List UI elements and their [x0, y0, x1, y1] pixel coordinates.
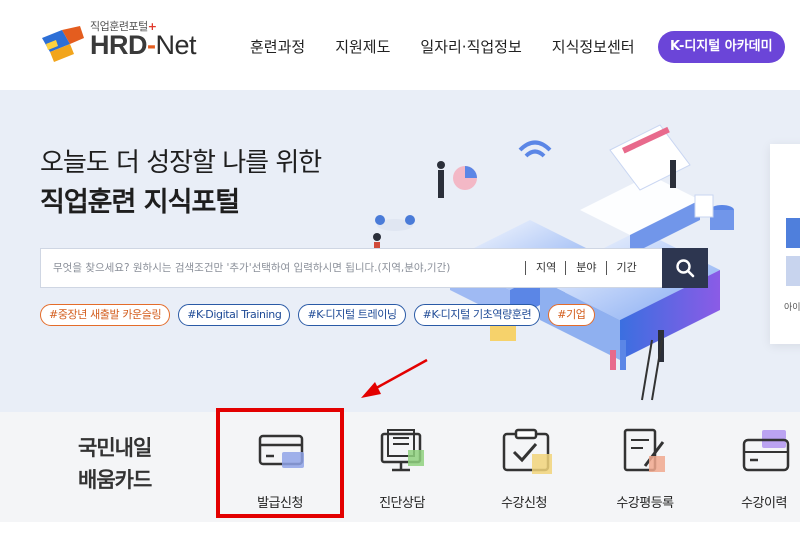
course-search-bar: 지역 분야 기간	[40, 248, 708, 288]
nav-support-programs[interactable]: 지원제도	[335, 36, 390, 57]
consult-monitor-icon	[380, 429, 424, 472]
menu-diagnosis-consult[interactable]: 진단상담	[352, 426, 452, 516]
hero-headline-line2: 직업훈련 지식포털	[40, 187, 240, 218]
logo-wordmark: HRD-Net	[90, 30, 197, 60]
menu-course-review[interactable]: 수강평등록	[595, 426, 695, 516]
menu-label: 수강신청	[501, 496, 547, 511]
annotation-highlight-box	[216, 408, 344, 518]
menu-course-history[interactable]: 수강이력	[714, 426, 800, 516]
hashtag-k-digital-training-en[interactable]: #K-Digital Training	[178, 304, 291, 326]
page-footer-gap	[0, 522, 800, 547]
menu-label: 수강이력	[741, 496, 787, 511]
menu-label: 진단상담	[379, 496, 425, 511]
annotation-arrow-icon	[361, 358, 428, 398]
learning-card-quick-menu: 국민내일 배움카드 발급신청 진단상담 수강신청 수강평등록 수강이력	[0, 412, 800, 522]
menu-label: 수강평등록	[616, 496, 674, 511]
side-card-text: 아이	[784, 303, 800, 313]
search-input[interactable]	[41, 249, 525, 287]
side-card-secondary-button[interactable]	[786, 256, 800, 286]
k-digital-academy-button[interactable]: K-디지털 아카데미	[658, 31, 785, 63]
review-write-icon	[623, 428, 665, 472]
search-filters: 지역 분야 기간	[525, 261, 646, 275]
search-icon	[676, 259, 695, 278]
hero-headline-line1: 오늘도 더 성장할 나를 위한	[40, 148, 322, 178]
main-nav: 훈련과정 지원제도 일자리·직업정보 지식정보센터	[250, 36, 665, 57]
nav-knowledge-center[interactable]: 지식정보센터	[552, 36, 635, 57]
side-login-card: 아이	[770, 144, 800, 344]
hrd-net-logo[interactable]: 직업훈련포털+ HRD-Net	[40, 20, 210, 72]
filter-region[interactable]: 지역	[525, 261, 565, 275]
site-header: 직업훈련포털+ HRD-Net 훈련과정 지원제도 일자리·직업정보 지식정보센…	[0, 0, 800, 90]
logo-mark-icon	[42, 26, 84, 62]
history-wallet-icon	[742, 430, 790, 472]
menu-course-enroll[interactable]: 수강신청	[474, 426, 574, 516]
filter-field[interactable]: 분야	[565, 261, 605, 275]
hashtag-company[interactable]: #기업	[548, 304, 595, 326]
side-card-primary-button[interactable]	[786, 218, 800, 248]
search-button[interactable]	[662, 248, 708, 288]
nav-jobs-info[interactable]: 일자리·직업정보	[420, 36, 521, 57]
hashtag-k-digital-training-ko[interactable]: #K-디지털 트레이닝	[298, 304, 406, 326]
learning-card-title: 국민내일 배움카드	[78, 436, 152, 492]
hashtag-k-digital-basic[interactable]: #K-디지털 기초역량훈련	[413, 304, 541, 326]
nav-training-courses[interactable]: 훈련과정	[250, 36, 305, 57]
enroll-check-icon	[502, 428, 552, 474]
filter-period[interactable]: 기간	[605, 261, 646, 275]
hashtag-midcareer-counseling[interactable]: #중장년 새출발 카운슬링	[40, 304, 171, 326]
hashtag-list: #중장년 새출발 카운슬링 #K-Digital Training #K-디지털…	[40, 304, 595, 326]
